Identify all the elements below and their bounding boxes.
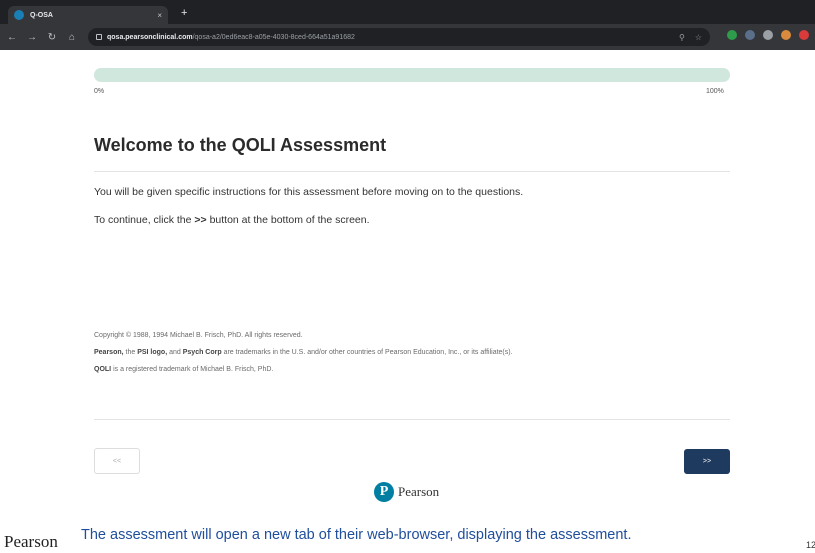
previous-button[interactable]: <<: [94, 448, 140, 474]
url-path: /qosa-a2/0ed6eac8-a05e-4030-8ced-664a51a…: [192, 33, 355, 41]
trademark-text: Pearson, the PSI logo, and Psych Corp ar…: [94, 349, 513, 356]
profile-avatar-icon[interactable]: [781, 30, 791, 40]
pearson-logo: P Pearson: [374, 482, 439, 502]
tab-bar: Q-OSA × +: [0, 0, 815, 24]
nav-bar: ← → ↻ ⌂ qosa.pearsonclinical.com /qosa-a…: [0, 24, 815, 50]
zoom-icon[interactable]: ⚲: [679, 33, 685, 42]
copyright-text: Copyright © 1988, 1994 Michael B. Frisch…: [94, 332, 303, 339]
extension-green-icon[interactable]: [727, 30, 737, 40]
address-bar[interactable]: qosa.pearsonclinical.com /qosa-a2/0ed6ea…: [88, 28, 710, 46]
pearson-favicon-icon: [14, 10, 24, 20]
extension-grey-icon[interactable]: [745, 30, 755, 40]
pearson-p-icon: P: [374, 482, 394, 502]
home-icon[interactable]: ⌂: [64, 32, 80, 43]
progress-bar: [94, 68, 730, 82]
close-tab-icon[interactable]: ×: [157, 11, 162, 20]
pearson-wordmark: Pearson: [398, 484, 440, 499]
url-host: qosa.pearsonclinical.com: [107, 33, 193, 41]
media-queue-icon[interactable]: [763, 30, 773, 40]
reload-icon[interactable]: ↻: [44, 32, 60, 43]
extension-red-icon[interactable]: [799, 30, 809, 40]
page-title: Welcome to the QOLI Assessment: [94, 135, 387, 155]
next-button[interactable]: >>: [684, 449, 730, 474]
progress-min-label: 0%: [94, 88, 105, 95]
title-divider: [94, 171, 730, 172]
back-arrow-icon[interactable]: ←: [4, 32, 20, 43]
browser-tab[interactable]: Q-OSA ×: [8, 6, 168, 24]
slide-caption: The assessment will open a new tab of th…: [81, 527, 632, 543]
instruction-text-2: To continue, click the >> button at the …: [94, 214, 370, 226]
footer-divider: [94, 419, 730, 420]
instruction-text-1: You will be given specific instructions …: [94, 186, 524, 198]
qoli-trademark-text: QOLI is a registered trademark of Michae…: [94, 366, 274, 373]
bookmark-star-icon[interactable]: ☆: [695, 33, 702, 42]
progress-max-label: 100%: [706, 88, 724, 95]
extensions: [727, 30, 809, 40]
slide-brand: Pearson: [4, 532, 58, 551]
tab-title: Q-OSA: [30, 11, 53, 19]
lock-icon: [96, 34, 102, 40]
inline-next-symbol: >>: [194, 214, 207, 226]
forward-arrow-icon[interactable]: →: [24, 32, 40, 43]
browser-chrome: Q-OSA × + ← → ↻ ⌂ qosa.pearsonclinical.c…: [0, 0, 815, 50]
new-tab-button[interactable]: +: [181, 7, 187, 19]
slide-page-number: 12: [806, 540, 815, 550]
